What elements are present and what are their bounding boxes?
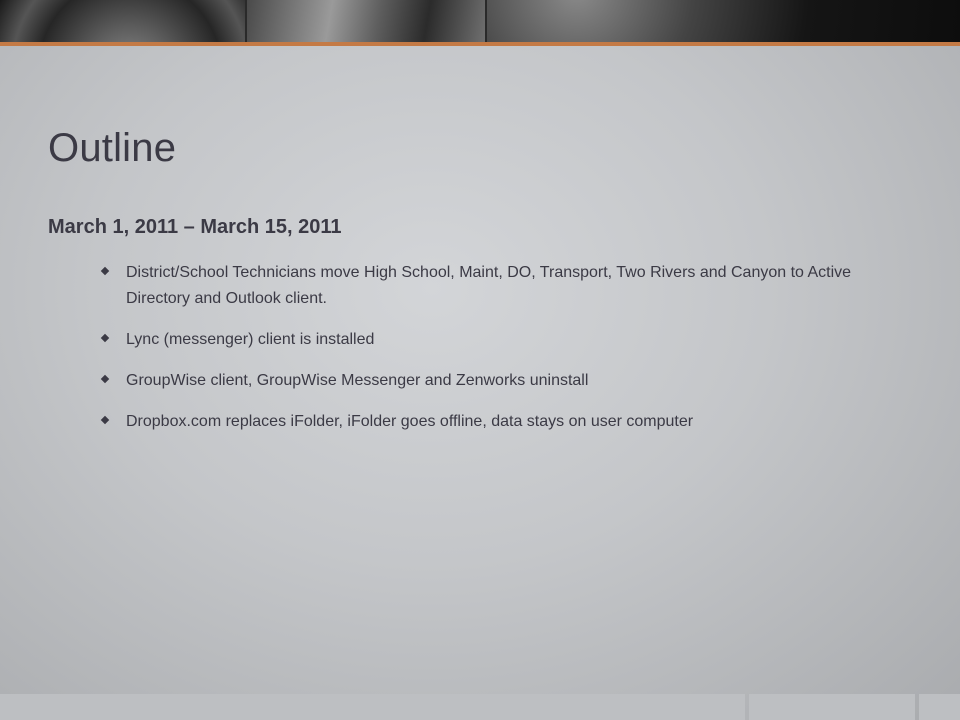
header-banner-image [0,0,960,42]
footer-bar [0,694,960,720]
slide-subtitle: March 1, 2011 – March 15, 2011 [48,216,342,238]
banner-photo-left [0,0,245,42]
square-bullet-icon [100,266,110,276]
bullet-list: District/School Technicians move High Sc… [100,260,862,450]
accent-divider [0,42,960,46]
bullet-text: Dropbox.com replaces iFolder, iFolder go… [126,413,694,430]
footer-segment-middle [749,694,915,720]
square-bullet-icon [100,415,110,425]
footer-segment-left [0,694,745,720]
slide: Outline March 1, 2011 – March 15, 2011 D… [0,0,960,720]
bullet-text: Lync (messenger) client is installed [126,331,375,348]
footer-segment-right [919,694,960,720]
slide-title: Outline [48,126,177,170]
banner-photo-right [487,0,960,42]
square-bullet-icon [100,333,110,343]
bullet-item: District/School Technicians move High Sc… [100,260,862,312]
bullet-item: GroupWise client, GroupWise Messenger an… [100,368,862,394]
bullet-text: GroupWise client, GroupWise Messenger an… [126,372,589,389]
banner-photo-middle [247,0,485,42]
square-bullet-icon [100,374,110,384]
bullet-item: Lync (messenger) client is installed [100,327,862,353]
bullet-text: District/School Technicians move High Sc… [126,264,852,307]
bullet-item: Dropbox.com replaces iFolder, iFolder go… [100,409,862,435]
